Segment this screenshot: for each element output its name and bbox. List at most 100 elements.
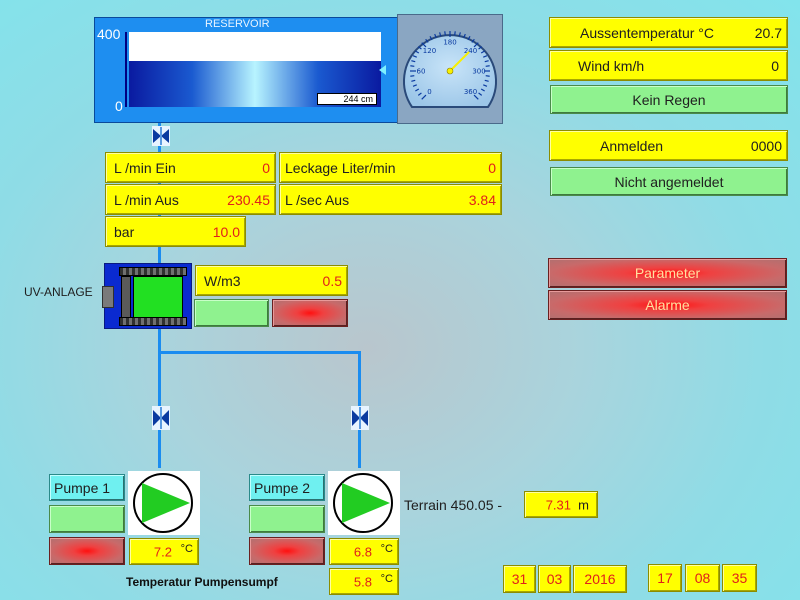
outside-temp-value: 20.7 bbox=[754, 24, 782, 41]
outside-temp-field[interactable]: Aussentemperatur °C 20.7 bbox=[549, 17, 788, 48]
date-year-value: 2016 bbox=[584, 571, 616, 587]
valve-icon[interactable] bbox=[152, 406, 170, 430]
reservoir-min-label: 0 bbox=[115, 98, 123, 114]
sump-temp-field[interactable]: 5.8 °C bbox=[329, 568, 399, 595]
gauge-hub bbox=[446, 67, 454, 75]
login-field[interactable]: Anmelden 0000 bbox=[549, 130, 788, 161]
pressure-field[interactable]: bar 10.0 bbox=[105, 216, 246, 247]
date-month-value: 03 bbox=[546, 571, 563, 587]
pump2-status-indicator[interactable] bbox=[249, 505, 325, 533]
sump-temp-value: 5.8 bbox=[353, 574, 372, 589]
outside-temp-label: Aussentemperatur °C bbox=[580, 24, 714, 41]
leak-value: 0 bbox=[488, 159, 496, 176]
sump-temp-unit: °C bbox=[380, 573, 393, 585]
gauge-tick-label: 180 bbox=[443, 39, 456, 47]
alarms-button[interactable]: Alarme bbox=[548, 290, 787, 320]
pressure-label: bar bbox=[114, 223, 135, 240]
gauge-tick bbox=[410, 65, 415, 67]
flow-out-label: L /min Aus bbox=[114, 191, 179, 208]
pump2-temp-unit: °C bbox=[380, 543, 393, 555]
uv-alarm-indicator[interactable] bbox=[272, 299, 348, 327]
pump1-alarm-indicator[interactable] bbox=[49, 537, 125, 565]
leak-field[interactable]: Leckage Liter/min 0 bbox=[279, 152, 502, 183]
time-minute[interactable]: 08 bbox=[685, 564, 720, 592]
pump2-temp-value: 6.8 bbox=[353, 544, 372, 559]
gauge-dial: 060120180240300360 bbox=[403, 31, 497, 108]
parameter-button[interactable]: Parameter bbox=[548, 258, 787, 288]
uv-label: UV-ANLAGE bbox=[24, 285, 93, 299]
rain-status-label: Kein Regen bbox=[632, 91, 706, 108]
pump1-status-indicator[interactable] bbox=[49, 505, 125, 533]
date-day[interactable]: 31 bbox=[503, 565, 536, 593]
pump1-button[interactable]: Pumpe 1 bbox=[49, 474, 125, 501]
flow-in-label: L /min Ein bbox=[114, 159, 176, 176]
pump2-icon[interactable] bbox=[328, 471, 400, 535]
wind-label: Wind km/h bbox=[578, 57, 645, 74]
pump1-icon[interactable] bbox=[128, 471, 200, 535]
flow-out-field[interactable]: L /min Aus 230.45 bbox=[105, 184, 276, 215]
login-status-label: Nicht angemeldet bbox=[614, 173, 724, 190]
rain-status-button[interactable]: Kein Regen bbox=[550, 85, 788, 114]
reservoir-axis bbox=[125, 32, 127, 107]
gauge-tick bbox=[485, 65, 490, 67]
flow-out-value: 230.45 bbox=[227, 191, 270, 208]
terrain-value: 7.31 bbox=[545, 497, 571, 512]
date-day-value: 31 bbox=[511, 571, 528, 587]
leak-label: Leckage Liter/min bbox=[285, 159, 396, 176]
flow-sec-value: 3.84 bbox=[468, 191, 496, 208]
alarms-button-label: Alarme bbox=[645, 297, 690, 313]
login-label: Anmelden bbox=[600, 137, 664, 154]
pipe-horizontal-split bbox=[158, 351, 361, 354]
flow-in-field[interactable]: L /min Ein 0 bbox=[105, 152, 276, 183]
gauge-panel: 0 60 120 180 240 300 360 bbox=[397, 14, 503, 124]
flow-in-value: 0 bbox=[262, 159, 270, 176]
pump2-button[interactable]: Pumpe 2 bbox=[249, 474, 325, 501]
reservoir-title: RESERVOIR bbox=[205, 18, 270, 30]
reservoir-panel: RESERVOIR 400 0 244 cm bbox=[94, 17, 398, 123]
flow-sec-label: L /sec Aus bbox=[285, 191, 350, 208]
date-year[interactable]: 2016 bbox=[573, 565, 627, 593]
login-code-value: 0000 bbox=[750, 137, 782, 154]
uv-unit-icon[interactable] bbox=[102, 263, 192, 329]
gauge-tick bbox=[485, 75, 490, 77]
uv-handle-icon bbox=[102, 286, 114, 308]
pump2-label: Pumpe 2 bbox=[254, 479, 311, 496]
uv-left-cap bbox=[121, 276, 131, 318]
time-second[interactable]: 35 bbox=[722, 564, 757, 592]
terrain-unit: m bbox=[578, 497, 589, 512]
reservoir-max-label: 400 bbox=[97, 26, 121, 42]
gauge-tick bbox=[444, 31, 446, 36]
uv-lamp bbox=[133, 276, 183, 318]
uv-power-value: 0.5 bbox=[322, 272, 342, 289]
time-hour-value: 17 bbox=[657, 570, 673, 586]
flow-sec-field[interactable]: L /sec Aus 3.84 bbox=[279, 184, 502, 215]
terrain-label: Terrain 450.05 - bbox=[404, 497, 503, 513]
gauge-tick bbox=[454, 31, 456, 36]
valve-icon[interactable] bbox=[351, 406, 369, 430]
pump1-temp-value: 7.2 bbox=[153, 544, 172, 559]
uv-top-bar bbox=[119, 267, 187, 276]
gauge-tick-label: 120 bbox=[423, 47, 436, 55]
time-hour[interactable]: 17 bbox=[648, 564, 682, 592]
reservoir-level-readout: 244 cm bbox=[317, 93, 377, 105]
gauge-tick-label: 60 bbox=[417, 68, 426, 76]
gauge-tick-label: 0 bbox=[427, 88, 431, 96]
date-month[interactable]: 03 bbox=[538, 565, 571, 593]
uv-power-field[interactable]: W/m3 0.5 bbox=[195, 265, 348, 296]
gauge-tick-label: 300 bbox=[472, 68, 485, 76]
pump2-temp-field[interactable]: 6.8 °C bbox=[329, 538, 399, 565]
valve-icon[interactable] bbox=[152, 126, 170, 146]
terrain-field[interactable]: 7.31 m bbox=[524, 491, 598, 518]
wind-field[interactable]: Wind km/h 0 bbox=[549, 50, 788, 81]
pump1-temp-field[interactable]: 7.2 °C bbox=[129, 538, 199, 565]
pump2-alarm-indicator[interactable] bbox=[249, 537, 325, 565]
uv-power-label: W/m3 bbox=[204, 272, 241, 289]
pump1-temp-unit: °C bbox=[180, 543, 193, 555]
login-status-button[interactable]: Nicht angemeldet bbox=[550, 167, 788, 196]
reservoir-tank: 244 cm bbox=[129, 32, 381, 107]
gauge-tick-label: 360 bbox=[464, 88, 477, 96]
uv-status-indicator[interactable] bbox=[194, 299, 269, 327]
pipe-uv-down bbox=[158, 328, 161, 468]
time-minute-value: 08 bbox=[694, 570, 711, 586]
wind-value: 0 bbox=[771, 57, 779, 74]
